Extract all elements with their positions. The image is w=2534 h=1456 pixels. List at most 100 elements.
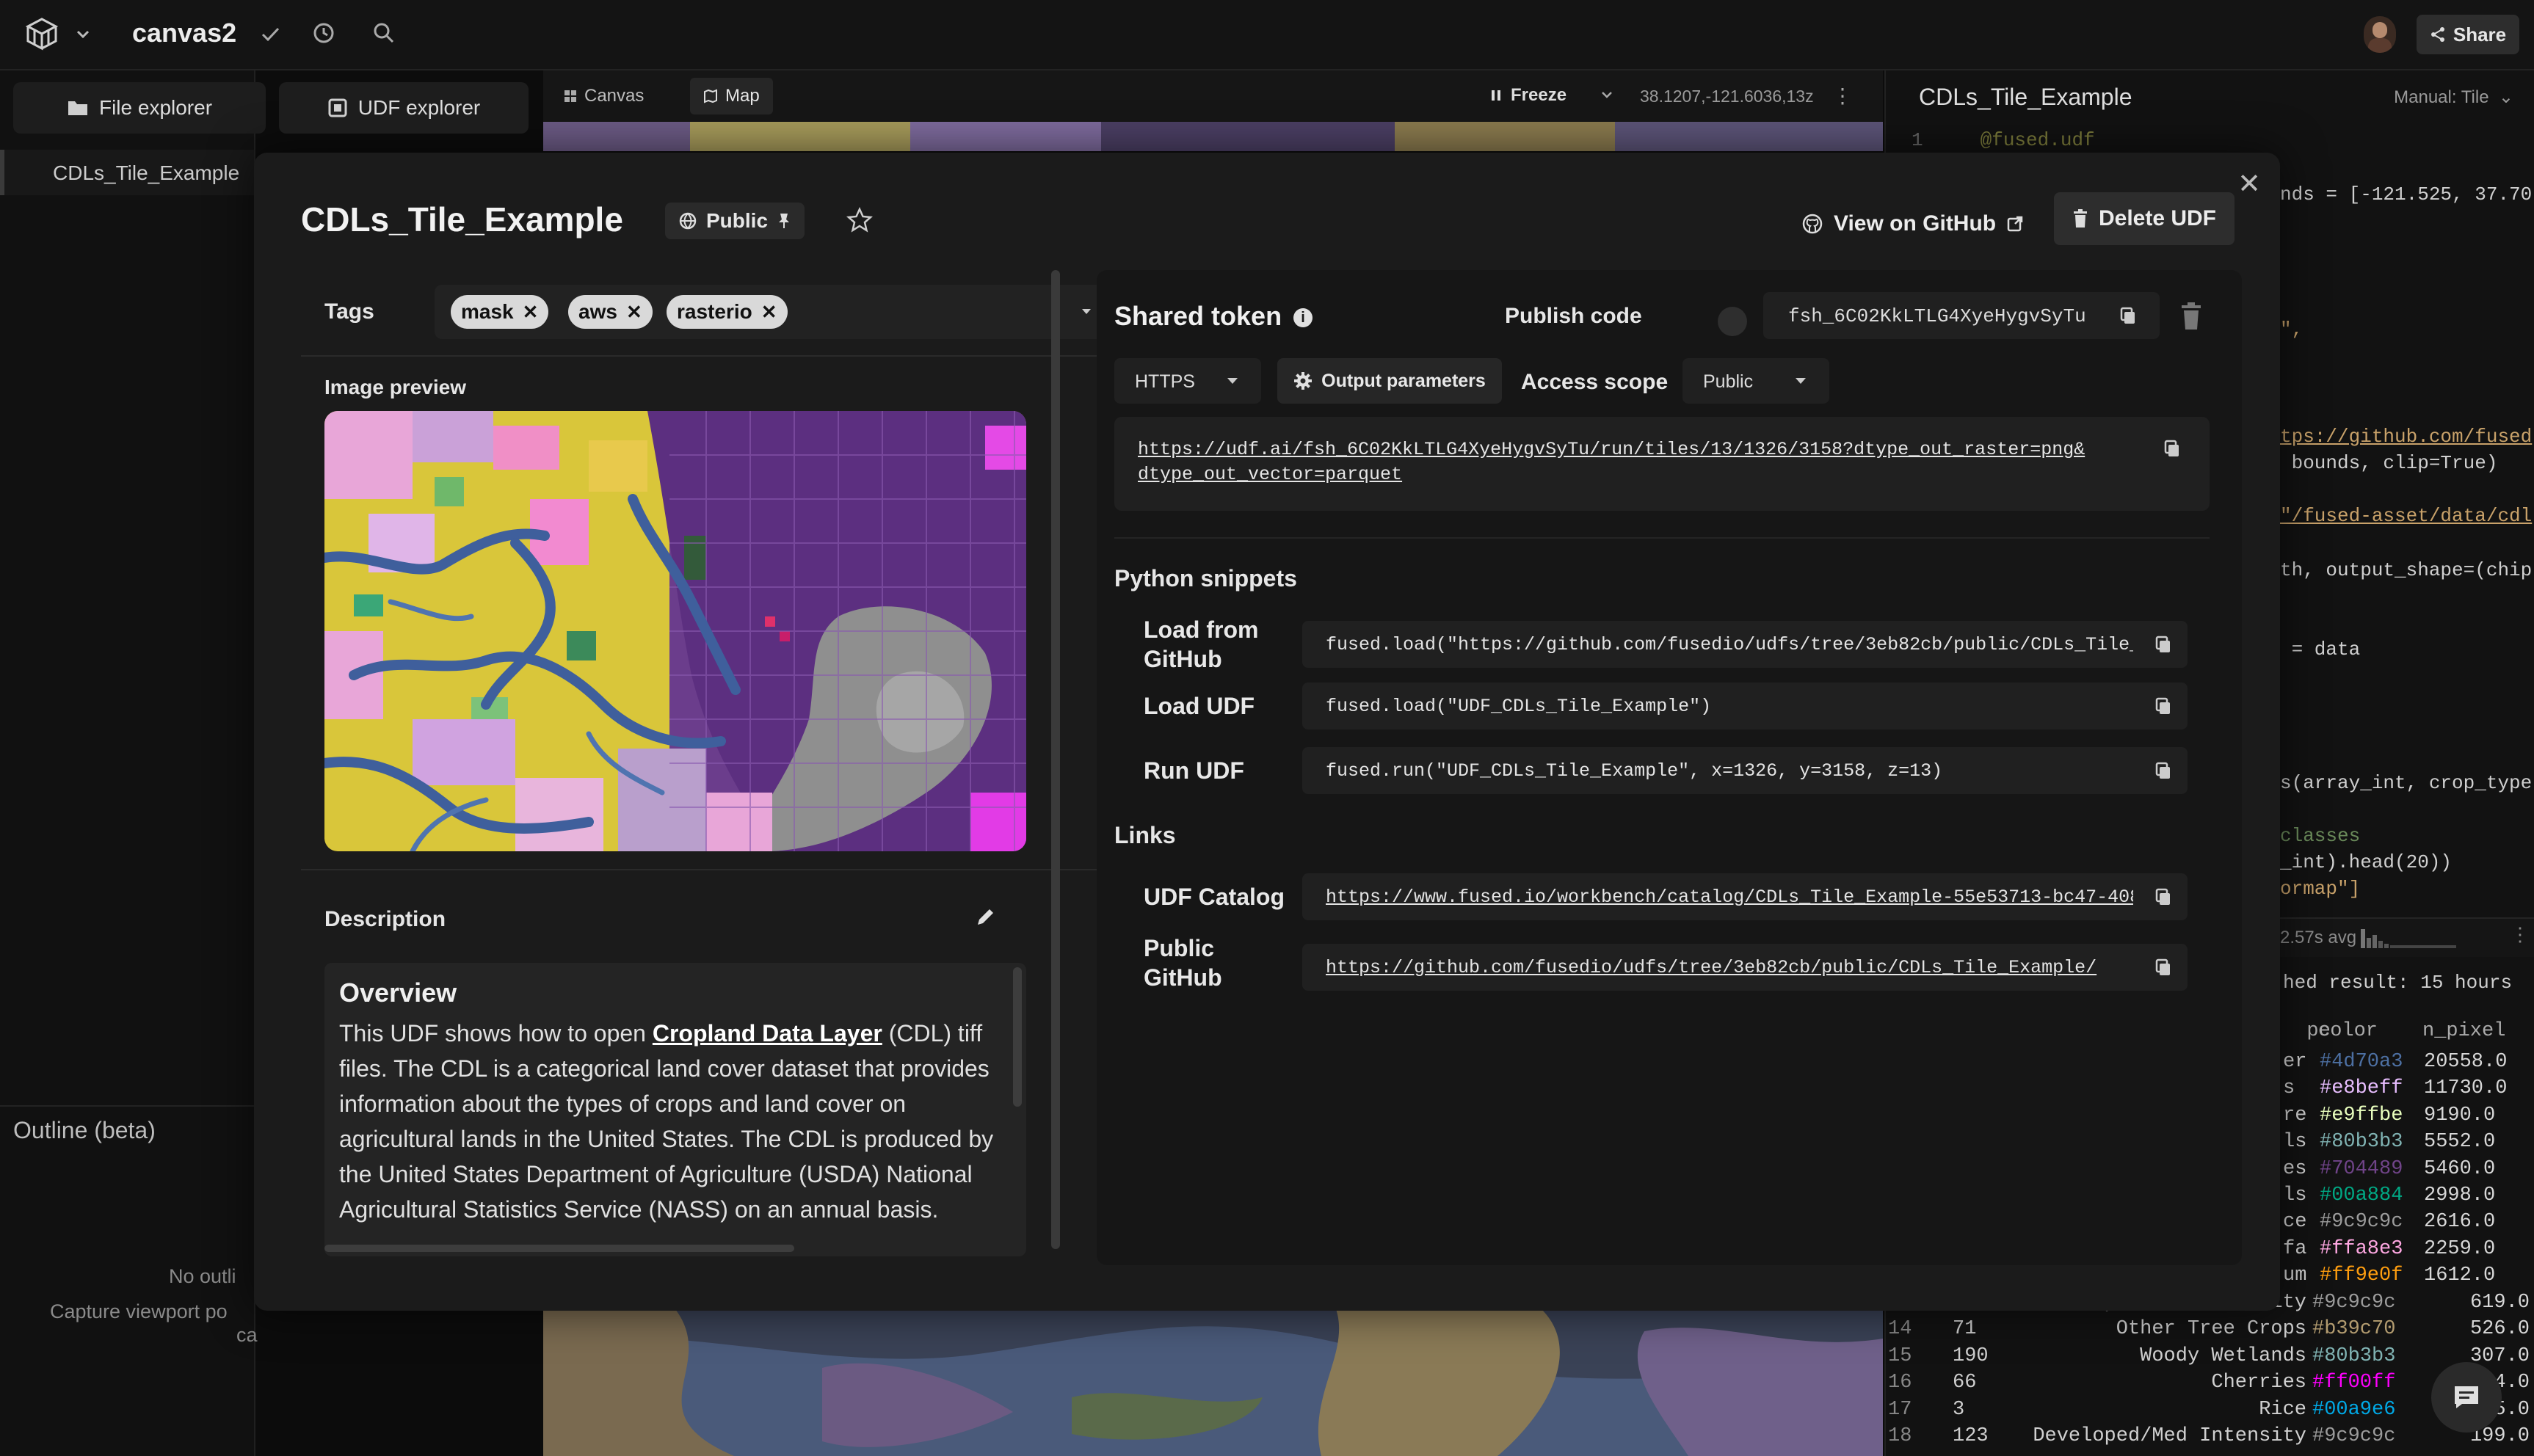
udf-icon: [328, 98, 347, 117]
snippet-code-box[interactable]: fused.load("UDF_CDLs_Tile_Example"): [1302, 682, 2188, 729]
copy-icon[interactable]: [2163, 439, 2182, 458]
map-view-bottom[interactable]: [543, 1309, 1883, 1456]
image-preview-label: Image preview: [324, 376, 466, 398]
udf-catalog-link[interactable]: https://www.fused.io/workbench/catalog/C…: [1326, 887, 2133, 908]
row-type: ls: [2283, 1184, 2307, 1206]
description-scrollbar[interactable]: [1013, 967, 1022, 1107]
gear-icon: [1294, 372, 1313, 390]
search-icon[interactable]: [371, 21, 396, 46]
run-mode-select[interactable]: Manual: Tile ⌄: [2394, 87, 2513, 108]
row-type: Other Tree Crops: [2116, 1318, 2306, 1341]
more-icon[interactable]: ⋮: [1832, 84, 1853, 108]
code-line[interactable]: "/fused-asset/data/cdl: [2280, 505, 2532, 527]
chevron-down-icon[interactable]: [1600, 88, 1613, 101]
row-value: 71: [1953, 1318, 1977, 1341]
snippet-code-box[interactable]: fused.run("UDF_CDLs_Tile_Example", x=132…: [1302, 747, 2188, 794]
code-line[interactable]: classes: [2280, 825, 2360, 847]
code-line[interactable]: nds = [-121.525, 37.70: [2280, 183, 2532, 205]
map-view-top[interactable]: [543, 122, 1883, 151]
chat-icon: [2455, 1386, 2478, 1408]
close-icon[interactable]: ✕: [2237, 167, 2261, 200]
code-line[interactable]: 1 @fused.udf: [1912, 129, 2095, 151]
visibility-badge[interactable]: Public: [665, 203, 805, 239]
description-hscrollbar[interactable]: [324, 1245, 794, 1252]
share-url-link[interactable]: https://udf.ai/fsh_6C02KkLTLG4XyeHygvSyT…: [1138, 437, 2092, 487]
udf-explorer-button[interactable]: UDF explorer: [279, 82, 529, 134]
row-pixel-count: 20558.0: [2424, 1051, 2508, 1073]
cropland-data-layer-link[interactable]: Cropland Data Layer: [653, 1020, 882, 1046]
share-label: Share: [2453, 23, 2507, 46]
star-icon[interactable]: [845, 205, 877, 238]
snippet-code-box[interactable]: fused.load("https://github.com/fusedio/u…: [1302, 621, 2188, 668]
globe-icon: [679, 212, 697, 230]
code-line[interactable]: tps://github.com/fused: [2280, 426, 2532, 448]
row-value: 190: [1953, 1344, 1989, 1367]
share-button[interactable]: Share: [2417, 15, 2519, 54]
app-logo-icon[interactable]: [22, 16, 62, 53]
caret-down-icon[interactable]: [1079, 304, 1094, 318]
cached-result: hed result: 15 hours: [2283, 972, 2513, 994]
copy-icon[interactable]: [2154, 635, 2173, 654]
view-on-github-link[interactable]: View on GitHub: [1801, 204, 2024, 244]
check-icon[interactable]: [258, 22, 282, 46]
share-card: Shared token i Publish code fsh_6C02KkLT…: [1097, 270, 2242, 1265]
copy-icon[interactable]: [2154, 958, 2173, 977]
tags-input[interactable]: mask ✕ aws ✕ rasterio ✕: [435, 285, 1117, 339]
code-line[interactable]: th, output_shape=(chip: [2280, 559, 2532, 581]
tag-chip[interactable]: mask ✕: [451, 295, 549, 329]
freeze-toggle[interactable]: Freeze: [1490, 85, 1566, 106]
more-icon[interactable]: ⋮: [2511, 923, 2530, 946]
copy-icon[interactable]: [2119, 306, 2138, 325]
row-index: 15: [1888, 1344, 1912, 1367]
code-line[interactable]: s(array_int, crop_type: [2280, 772, 2532, 794]
description-box[interactable]: Overview This UDF shows how to open Crop…: [324, 963, 1026, 1256]
edit-pencil-icon[interactable]: [973, 904, 1000, 931]
code-line[interactable]: = data: [2280, 638, 2361, 660]
row-color: #4d70a3: [2320, 1051, 2403, 1073]
code-line[interactable]: _int).head(20)): [2280, 851, 2452, 873]
sidebar-udf-item[interactable]: CDLs_Tile_Example: [0, 150, 254, 195]
project-name[interactable]: canvas2: [132, 18, 236, 48]
tab-map[interactable]: Map: [690, 78, 773, 114]
trash-icon[interactable]: [2179, 302, 2204, 330]
udf-catalog-link-box[interactable]: https://www.fused.io/workbench/catalog/C…: [1302, 873, 2188, 920]
output-parameters-button[interactable]: Output parameters: [1277, 358, 1502, 404]
remove-tag-icon[interactable]: ✕: [523, 301, 539, 324]
info-icon[interactable]: i: [1293, 308, 1313, 328]
snippet-label: Run UDF: [1144, 757, 1244, 784]
history-icon[interactable]: [311, 21, 336, 46]
line-number: 1: [1912, 129, 1923, 151]
tab-canvas[interactable]: Canvas: [551, 78, 657, 114]
public-github-link[interactable]: https://github.com/fusedio/udfs/tree/3eb…: [1326, 957, 2133, 978]
avatar[interactable]: [2364, 16, 2396, 53]
chat-button[interactable]: [2431, 1362, 2502, 1433]
pause-icon: [1492, 90, 1500, 101]
code-line[interactable]: ormap"]: [2280, 878, 2360, 900]
freeze-label: Freeze: [1511, 85, 1567, 105]
code-line[interactable]: ",: [2280, 318, 2303, 341]
publish-code-toggle[interactable]: [1718, 307, 1747, 336]
token-field[interactable]: fsh_6C02KkLTLG4XyeHygvSyTu: [1763, 292, 2160, 339]
tag-chip[interactable]: rasterio ✕: [667, 295, 788, 329]
public-github-link-box[interactable]: https://github.com/fusedio/udfs/tree/3eb…: [1302, 944, 2188, 991]
tag-chip[interactable]: aws ✕: [568, 295, 653, 329]
divider: [0, 1105, 254, 1107]
copy-icon[interactable]: [2154, 887, 2173, 906]
row-pixel-count: 619.0: [2469, 1292, 2530, 1314]
row-pixel-count: 9190.0: [2424, 1104, 2496, 1126]
delete-udf-button[interactable]: Delete UDF: [2054, 192, 2235, 245]
capture-viewport-text-2: ca: [236, 1324, 258, 1346]
left-column-scrollbar[interactable]: [1051, 270, 1060, 1249]
file-explorer-button[interactable]: File explorer: [13, 82, 266, 134]
udf-explorer-label: UDF explorer: [357, 96, 481, 119]
copy-icon[interactable]: [2154, 761, 2173, 780]
access-scope-select[interactable]: Public: [1682, 358, 1829, 404]
code-line[interactable]: bounds, clip=True): [2280, 452, 2498, 474]
protocol-select[interactable]: HTTPS: [1114, 358, 1261, 404]
top-bar: canvas2 Share: [0, 0, 2534, 70]
chevron-down-icon[interactable]: [75, 26, 91, 43]
remove-tag-icon[interactable]: ✕: [761, 301, 777, 324]
copy-icon[interactable]: [2154, 696, 2173, 716]
remove-tag-icon[interactable]: ✕: [626, 301, 642, 324]
table-header: pe color n_pixel: [2283, 998, 2505, 1042]
